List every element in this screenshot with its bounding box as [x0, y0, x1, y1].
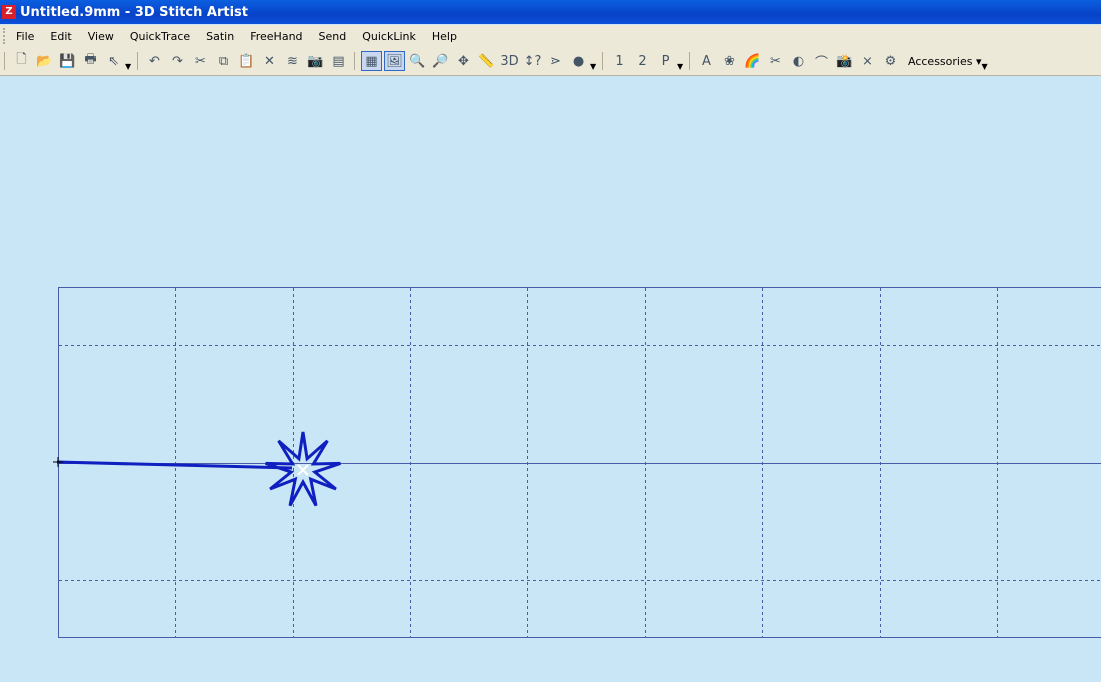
menu-satin[interactable]: Satin	[198, 30, 242, 43]
accessories-button[interactable]: Accessories ▾	[908, 55, 981, 68]
grid-lines	[59, 288, 1101, 637]
menu-view[interactable]: View	[80, 30, 122, 43]
picture-icon[interactable]: 🖼	[384, 51, 405, 71]
center-marker-icon	[297, 464, 309, 476]
colors-icon[interactable]: ●	[568, 51, 589, 71]
design-canvas[interactable]	[0, 76, 1101, 682]
menu-file[interactable]: File	[8, 30, 42, 43]
toolbar-separator	[689, 52, 691, 70]
undo-icon[interactable]: ↶	[144, 51, 165, 71]
open-icon[interactable]: 📂	[34, 51, 55, 71]
jump-stitch	[56, 460, 293, 470]
3d-view-icon[interactable]: 3D	[499, 51, 520, 71]
rainbow-icon[interactable]: 🌈	[742, 51, 763, 71]
menu-edit[interactable]: Edit	[42, 30, 79, 43]
app-icon: Z	[2, 5, 16, 19]
stitch-info-icon[interactable]: ↕?	[522, 51, 543, 71]
menu-quicktrace[interactable]: QuickTrace	[122, 30, 198, 43]
paste-icon[interactable]: 📋	[236, 51, 257, 71]
toolbar-separator	[137, 52, 139, 70]
scissors-icon[interactable]: ✂	[765, 51, 786, 71]
cross-stitch-icon[interactable]: ⨯	[857, 51, 878, 71]
needle-1-icon[interactable]: 1	[609, 51, 630, 71]
window-title: Untitled.9mm - 3D Stitch Artist	[20, 4, 248, 20]
toolbar: 🗋 📂 💾 🖶 ⇖ ▼ ↶ ↷ ✂ ⧉ 📋 ✕ ≋ 📷 ▤ ▦ 🖼 🔍 🔎 ✥ 📏 3D ↕? ⋗ ● ▼ 1 2 P ▼ A ❀ 🌈 ✂ ◐ ⌒ 📸 ⨯…	[0, 47, 1101, 76]
save-icon[interactable]: 💾	[57, 51, 78, 71]
toolbar-dropdown-arrow-icon[interactable]: ▼	[590, 62, 598, 71]
toolbar-separator	[4, 52, 6, 70]
hoop-area	[58, 287, 1101, 638]
properties-icon[interactable]: ▤	[328, 51, 349, 71]
toolbar-dropdown-arrow-icon[interactable]: ▼	[677, 62, 685, 71]
zoom-out-icon[interactable]: 🔎	[430, 51, 451, 71]
menu-help[interactable]: Help	[424, 30, 465, 43]
menu-quicklink[interactable]: QuickLink	[354, 30, 424, 43]
start-cross-icon	[53, 457, 63, 467]
needle-2-icon[interactable]: 2	[632, 51, 653, 71]
tools-icon[interactable]: ⚙	[880, 51, 901, 71]
grid-icon[interactable]: ▦	[361, 51, 382, 71]
camera2-icon[interactable]: 📸	[834, 51, 855, 71]
redo-icon[interactable]: ↷	[167, 51, 188, 71]
zoom-in-icon[interactable]: 🔍	[407, 51, 428, 71]
help-pointer-icon[interactable]: ⇖	[103, 51, 124, 71]
copy-icon[interactable]: ⧉	[213, 51, 234, 71]
path-icon[interactable]: ⋗	[545, 51, 566, 71]
menu-bar: File Edit View QuickTrace Satin FreeHand Send Q…	[0, 25, 1101, 47]
toolbar-dropdown-arrow-icon[interactable]: ▼	[981, 62, 989, 71]
monogram-icon[interactable]: ❀	[719, 51, 740, 71]
print-icon[interactable]: 🖶	[80, 51, 101, 71]
toolbar-separator	[602, 52, 604, 70]
zoom-fit-icon[interactable]: ✥	[453, 51, 474, 71]
cut-icon[interactable]: ✂	[190, 51, 211, 71]
menu-send[interactable]: Send	[311, 30, 355, 43]
needle-p-icon[interactable]: P	[655, 51, 676, 71]
delete-icon[interactable]: ✕	[259, 51, 280, 71]
stitch-list-icon[interactable]: ≋	[282, 51, 303, 71]
ruler-icon[interactable]: 📏	[476, 51, 497, 71]
toolbar-dropdown-arrow-icon[interactable]: ▼	[125, 62, 133, 71]
curve-icon[interactable]: ⌒	[811, 51, 832, 71]
new-icon[interactable]: 🗋	[11, 51, 32, 71]
globe-icon[interactable]: ◐	[788, 51, 809, 71]
toolbar-separator	[354, 52, 356, 70]
title-bar: Z Untitled.9mm - 3D Stitch Artist	[0, 0, 1101, 24]
3d-text-icon[interactable]: A	[696, 51, 717, 71]
menu-freehand[interactable]: FreeHand	[242, 30, 310, 43]
camera-icon[interactable]: 📷	[305, 51, 326, 71]
